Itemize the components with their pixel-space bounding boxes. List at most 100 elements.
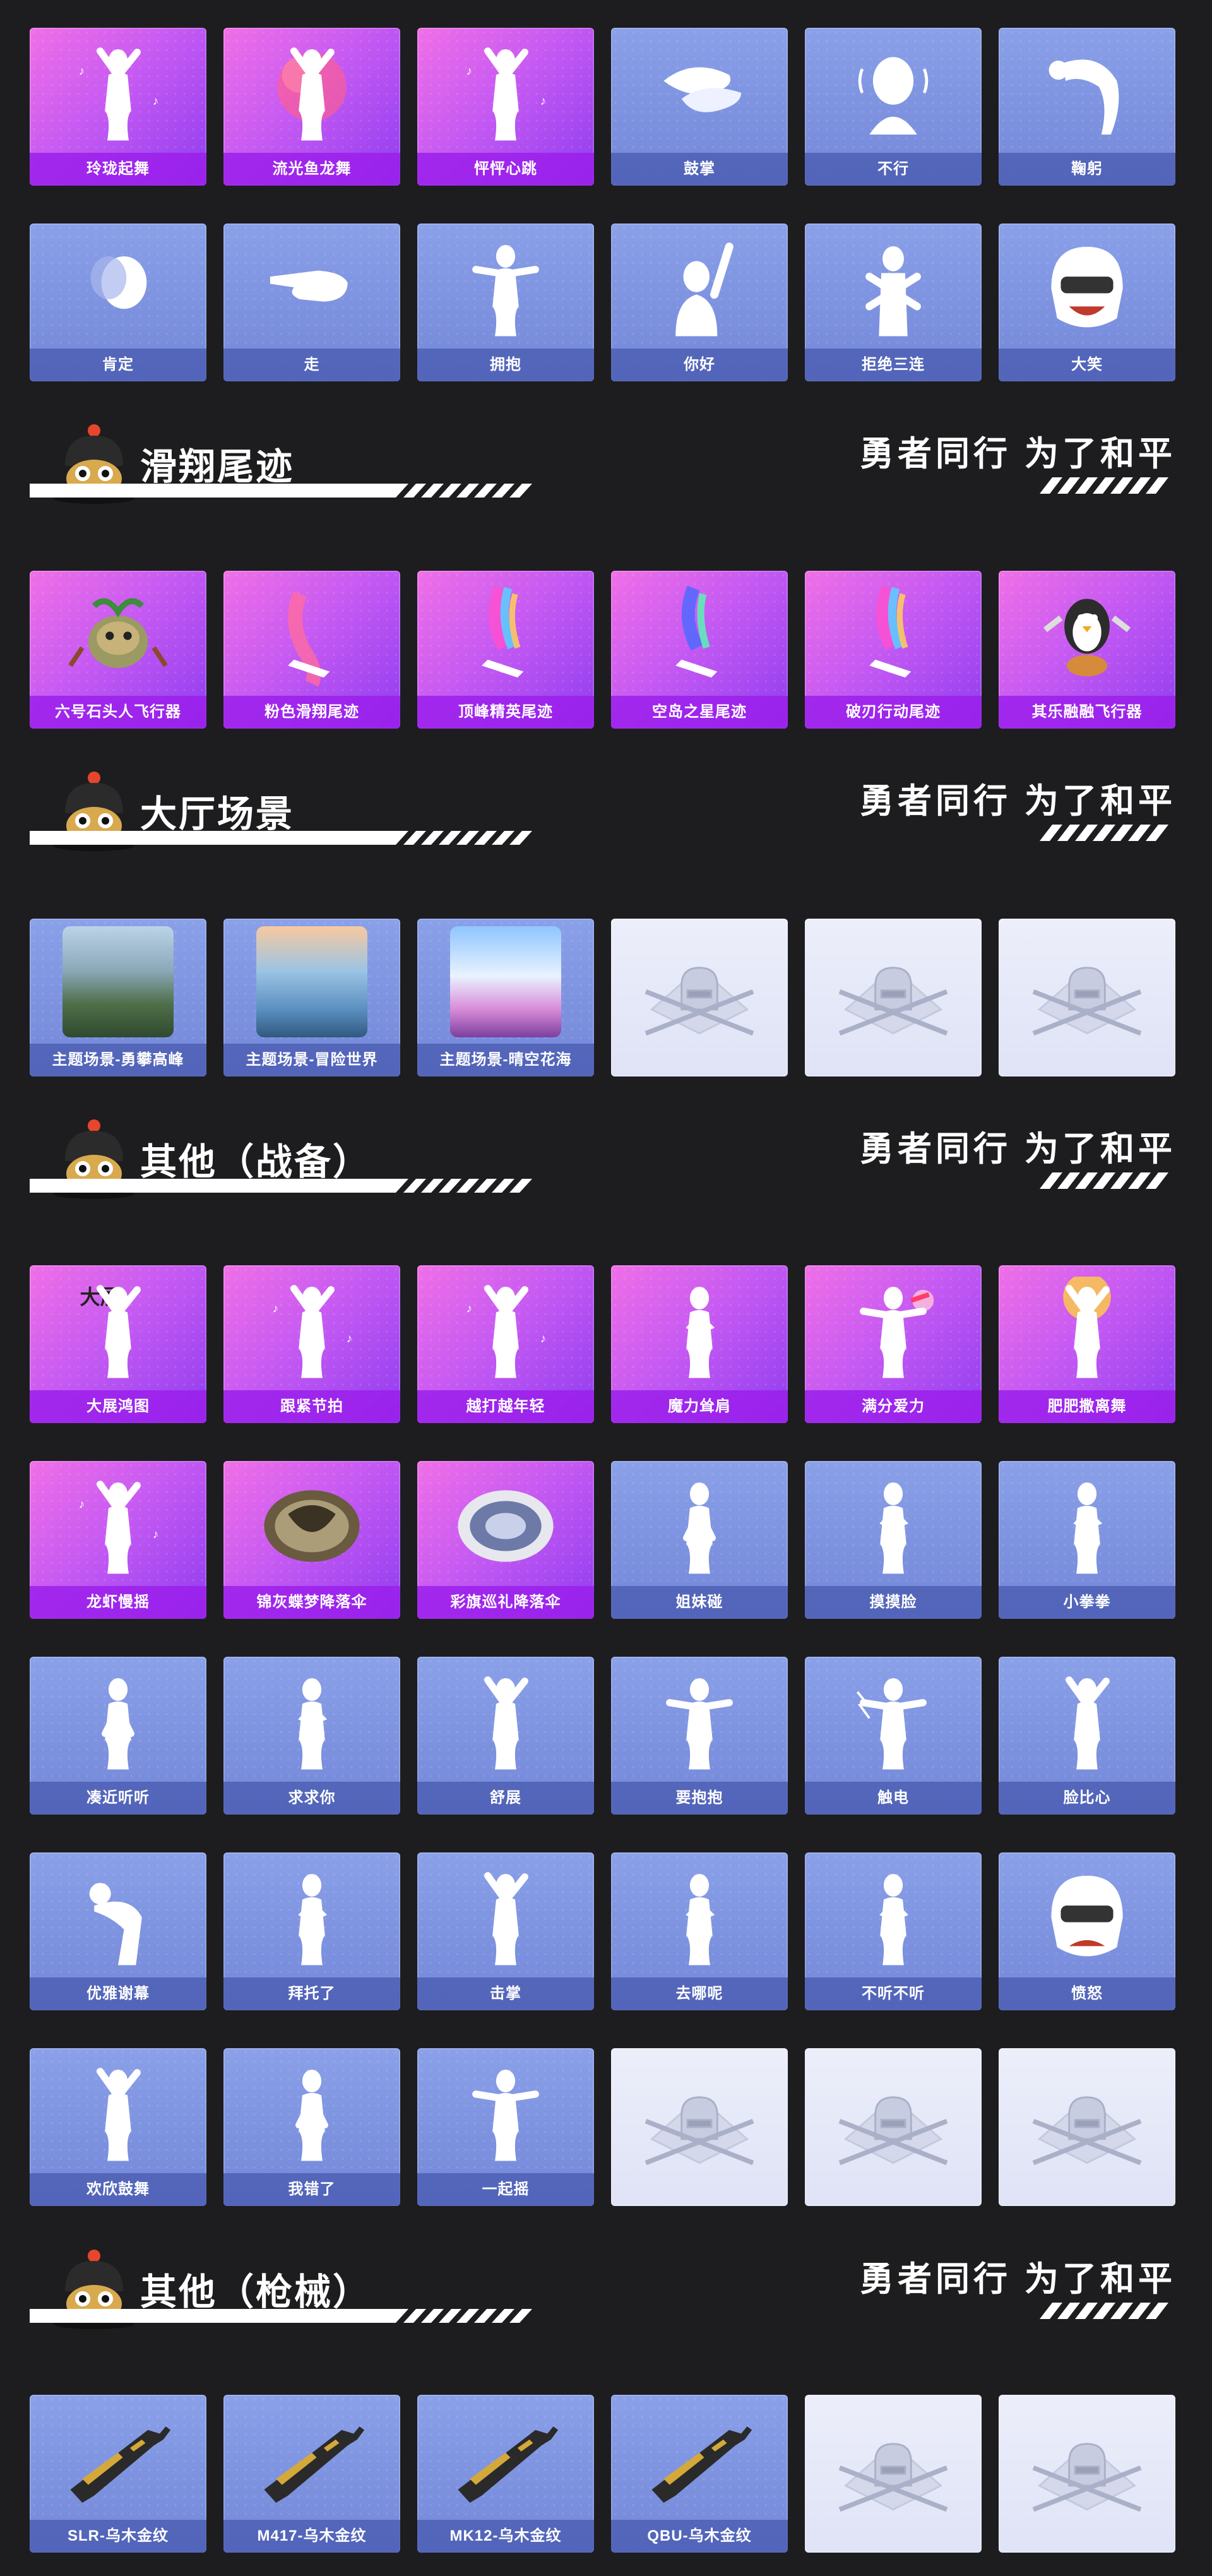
reward-card[interactable]: ♪ ♪ 越打越年轻 [417,1265,594,1423]
reward-card[interactable]: 满分爱力 [805,1265,982,1423]
reward-label: MK12-乌木金纹 [417,2520,594,2553]
reward-card[interactable]: SLR-乌木金纹 [30,2395,206,2553]
reward-card[interactable]: 肥肥撒离舞 [999,1265,1175,1423]
reward-label: 脸比心 [999,1782,1175,1815]
reward-card[interactable]: 你好 [611,224,788,381]
reward-label: 去哪呢 [611,1977,788,2010]
reward-card[interactable]: 破刃行动尾迹 [805,571,982,729]
slogan-text: 勇者同行 为了和平 [859,782,1176,820]
locked-reward-card[interactable] [999,2395,1175,2553]
reward-card[interactable]: 拜托了 [223,1852,400,2010]
reward-card[interactable]: 空岛之星尾迹 [611,571,788,729]
reward-card[interactable]: 主题场景-晴空花海 [417,919,594,1076]
reward-card[interactable]: ♪ ♪ 跟紧节拍 [223,1265,400,1423]
reward-card[interactable]: 不听不听 [805,1852,982,2010]
reward-card[interactable]: 顶峰精英尾迹 [417,571,594,729]
reward-card[interactable]: 鞠躬 [999,28,1175,186]
reward-card[interactable]: 拒绝三连 [805,224,982,381]
reward-card[interactable]: 鼓掌 [611,28,788,186]
reward-card[interactable]: 小拳拳 [999,1461,1175,1619]
svg-text:♪: ♪ [347,1332,352,1345]
reward-card[interactable]: 肯定 [30,224,206,381]
reward-card[interactable]: M417-乌木金纹 [223,2395,400,2553]
stripe-bar-right [1040,477,1168,494]
reward-label: 姐妹碰 [611,1586,788,1619]
crossed-arms-icon [865,246,921,337]
reward-card[interactable]: 姐妹碰 [611,1461,788,1619]
reward-label: 满分爱力 [805,1390,982,1423]
svg-text:♪: ♪ [466,1303,472,1316]
section-header-glide-trails: 滑翔尾迹 勇者同行 为了和平 [30,418,1176,506]
reward-label: 凑近听听 [30,1782,206,1815]
reward-label: 击掌 [417,1977,594,2010]
reward-card[interactable]: 六号石头人飞行器 [30,571,206,729]
reward-card[interactable]: 魔力耸肩 [611,1265,788,1423]
reward-card[interactable]: 击掌 [417,1852,594,2010]
reward-card[interactable]: 摸摸脸 [805,1461,982,1619]
reward-card[interactable]: 彩旗巡礼降落伞 [417,1461,594,1619]
reward-card[interactable]: 粉色滑翔尾迹 [223,571,400,729]
mountain-scene-icon [62,926,174,1037]
reward-card[interactable]: ♪ ♪ 龙虾慢摇 [30,1461,206,1619]
locked-reward-card[interactable] [999,2048,1175,2206]
locked-reward-card[interactable] [805,2395,982,2553]
reward-card[interactable]: 愤怒 [999,1852,1175,2010]
reward-card[interactable]: 优雅谢幕 [30,1852,206,2010]
reward-label: 要抱抱 [611,1782,788,1815]
reward-card[interactable]: 我错了 [223,2048,400,2206]
reward-card[interactable]: 不行 [805,28,982,186]
section-header-other-weapons: 其他（枪械） 勇者同行 为了和平 [30,2243,1176,2332]
reward-card[interactable]: 主题场景-勇攀高峰 [30,919,206,1076]
locked-reward-card[interactable] [611,2048,788,2206]
reward-card[interactable]: 脸比心 [999,1657,1175,1815]
reward-card[interactable]: 欢欣鼓舞 [30,2048,206,2206]
reward-card[interactable]: 要抱抱 [611,1657,788,1815]
reward-card[interactable]: MK12-乌木金纹 [417,2395,594,2553]
reward-label: 锦灰蝶梦降落伞 [223,1586,400,1619]
reward-card[interactable]: 求求你 [223,1657,400,1815]
locked-reward-card[interactable] [611,919,788,1076]
heart-face-icon [1066,1676,1110,1770]
reward-card[interactable]: 舒展 [417,1657,594,1815]
reward-card[interactable]: 去哪呢 [611,1852,788,2010]
reward-label: 触电 [805,1782,982,1815]
reward-label: 鼓掌 [611,153,788,186]
heart-blast-icon [860,1287,934,1378]
reward-card[interactable]: QBU-乌木金纹 [611,2395,788,2553]
reward-label: 玲珑起舞 [30,153,206,186]
reward-card[interactable]: 凑近听听 [30,1657,206,1815]
reward-card[interactable]: ♪ ♪ 怦怦心跳 [417,28,594,186]
gear-grid-row-5: 欢欣鼓舞 我错了 一起摇 [30,2048,1176,2206]
emote-grid-row-1: ♪ ♪ 玲珑起舞 流光鱼龙舞 ♪ ♪ 怦怦心跳 鼓掌 不行 鞠躬 [30,28,1176,186]
reward-card[interactable]: 走 [223,224,400,381]
wave-icon [675,242,734,337]
reward-card[interactable]: 大展 大展鸿图 [30,1265,206,1423]
rifle-icon [70,2426,171,2503]
reward-card[interactable]: ♪ ♪ 玲珑起舞 [30,28,206,186]
fist-icon [1073,1482,1103,1574]
reward-label: 拥抱 [417,349,594,381]
plead-icon [298,1678,328,1770]
pubg-emblem-icon [838,2442,948,2512]
locked-reward-card[interactable] [805,2048,982,2206]
stripe-bar-right [1040,2303,1168,2319]
reward-card[interactable]: 流光鱼龙舞 [223,28,400,186]
reward-card[interactable]: 主题场景-冒险世界 [223,919,400,1076]
reward-card[interactable]: 其乐融融飞行器 [999,571,1175,729]
pointing-hand-icon [270,270,348,302]
reward-card[interactable]: 拥抱 [417,224,594,381]
reward-card[interactable]: 一起摇 [417,2048,594,2206]
reward-card[interactable]: 触电 [805,1657,982,1815]
rainbow-trail-icon [869,585,912,678]
ears-covered-icon [879,1874,909,1965]
curtain-bow-icon [89,1883,142,1965]
pubg-emblem-icon [1032,966,1142,1036]
reward-card[interactable]: 锦灰蝶梦降落伞 [223,1461,400,1619]
shrug-icon [686,1874,715,1965]
locked-reward-card[interactable] [805,919,982,1076]
emote-grid-row-2: 肯定走拥抱 你好 拒绝三连 大笑 [30,224,1176,381]
reward-label: 空岛之星尾迹 [611,696,788,729]
reward-card[interactable]: 大笑 [999,224,1175,381]
locked-reward-card[interactable] [999,919,1175,1076]
svg-text:♪: ♪ [466,65,472,78]
